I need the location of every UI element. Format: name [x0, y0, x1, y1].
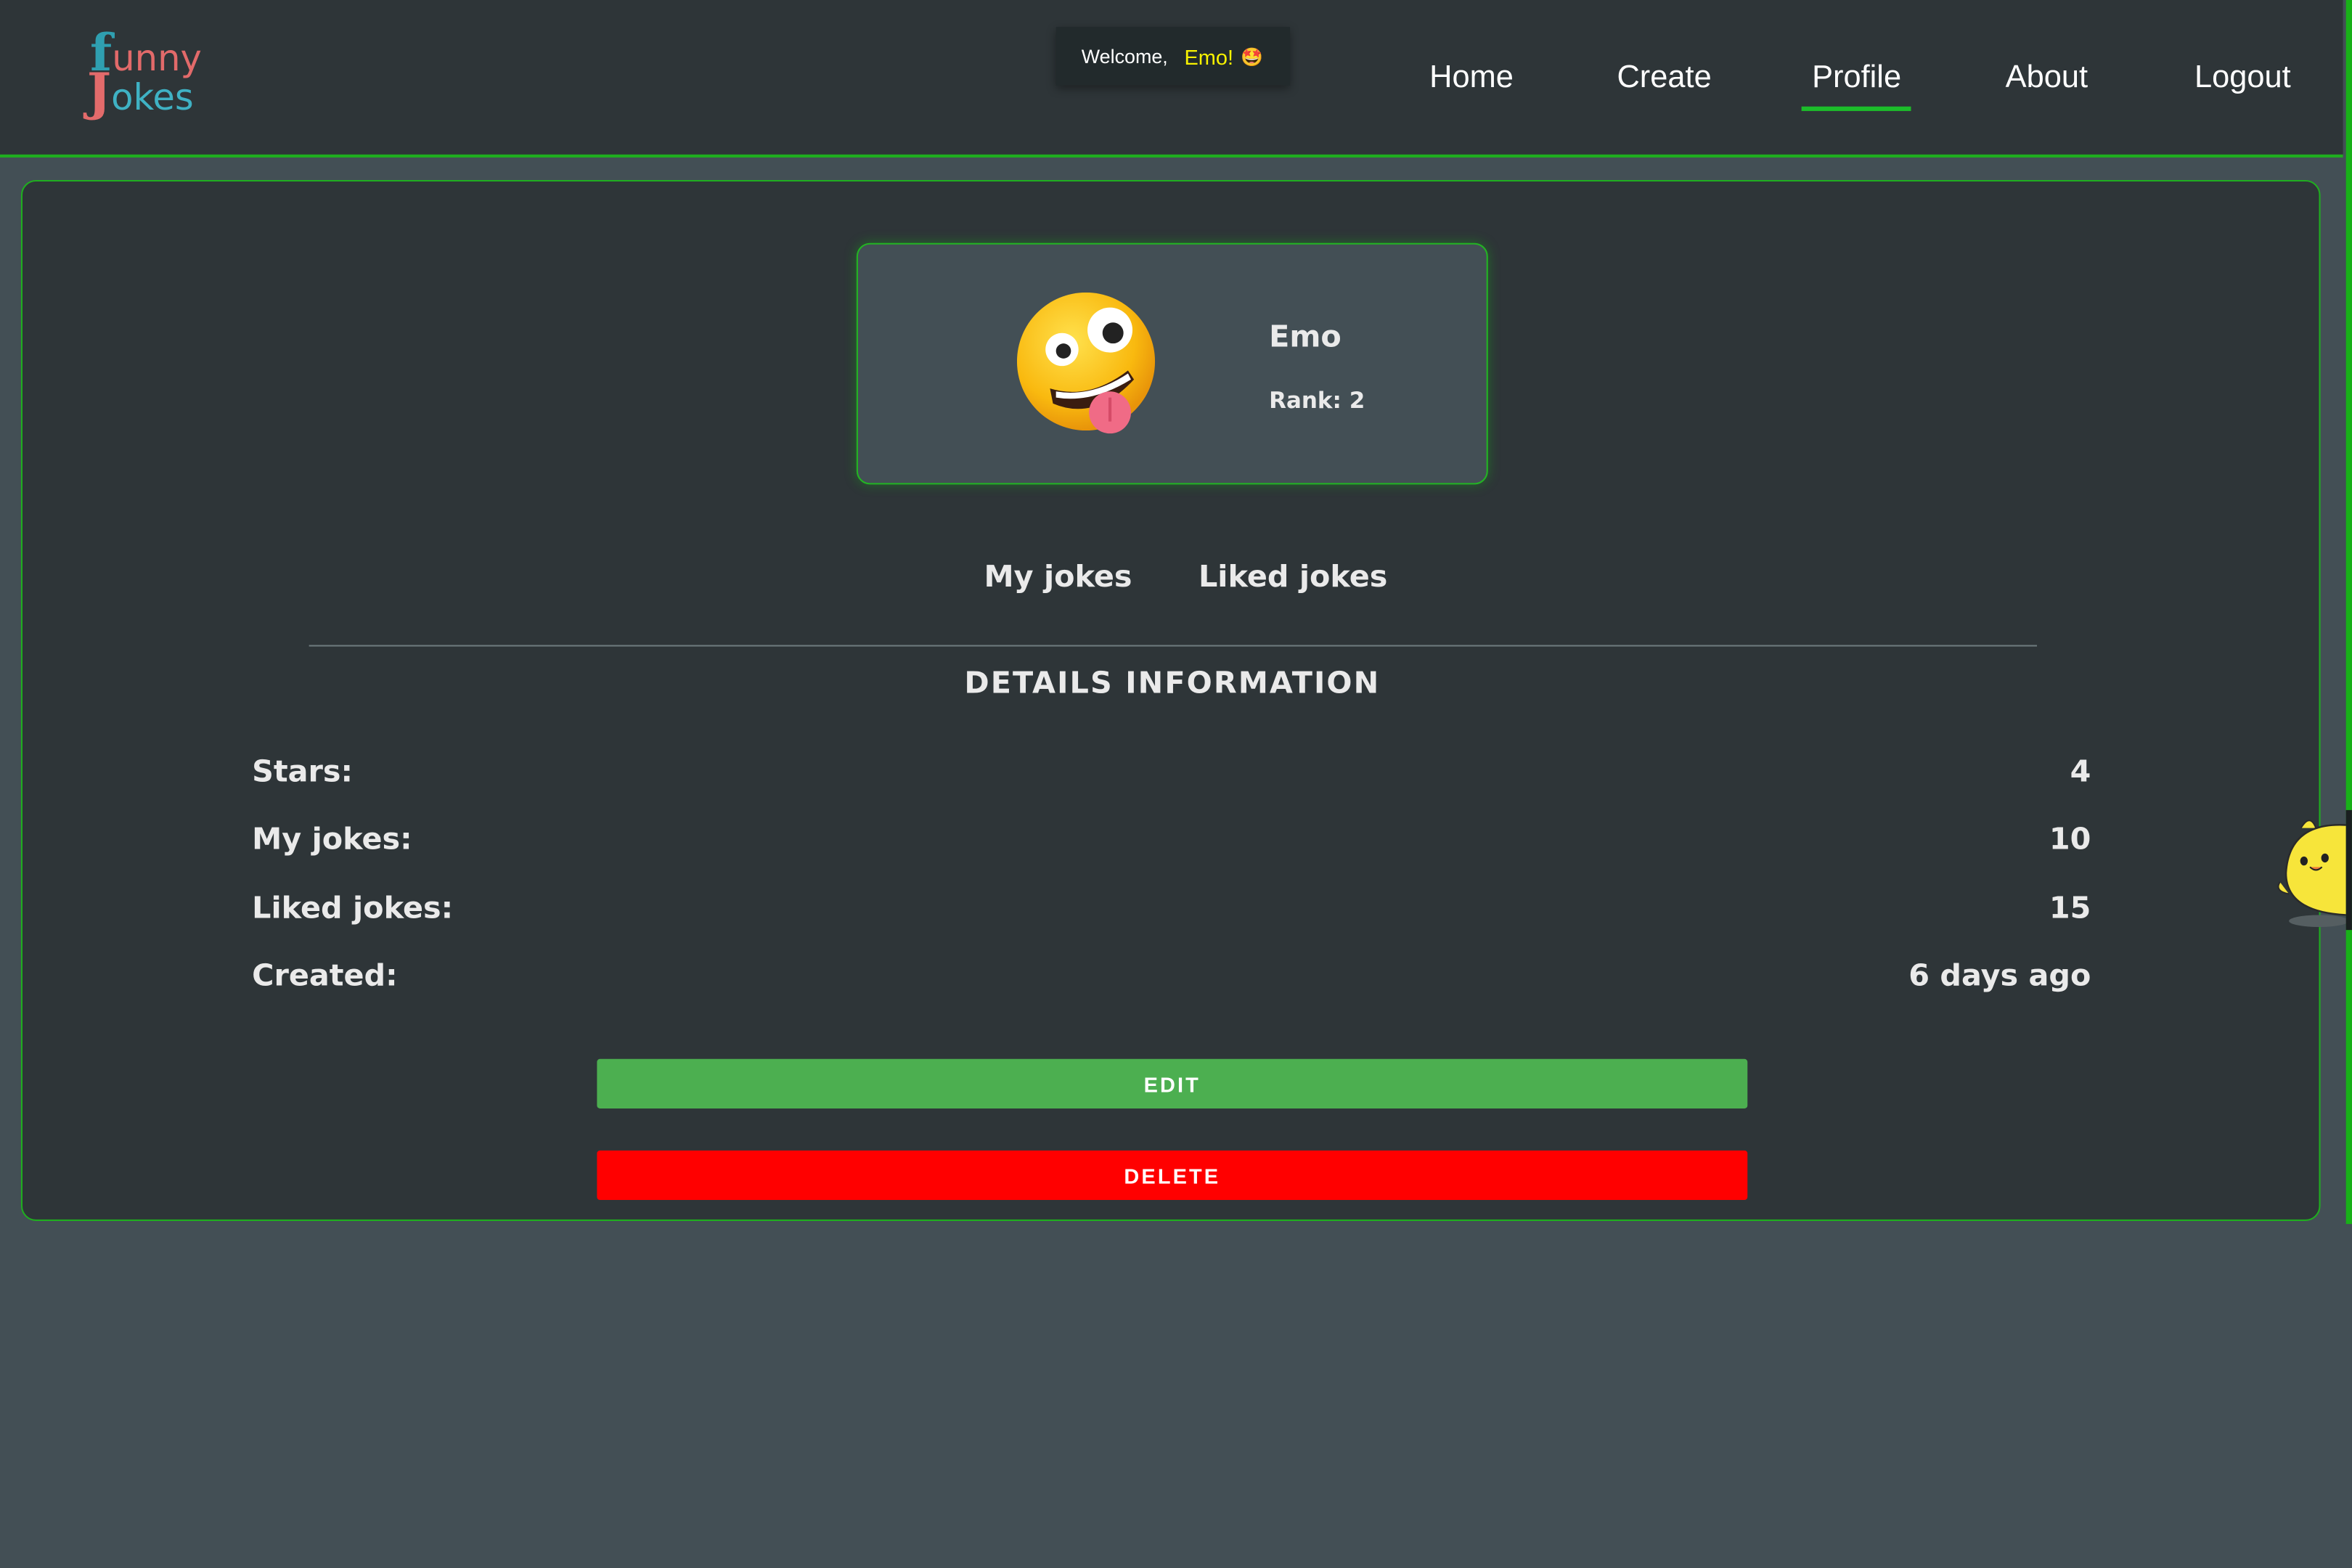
section-divider [309, 645, 2038, 647]
profile-rank: Rank: 2 [1269, 387, 1365, 415]
tab-my-jokes[interactable]: My jokes [984, 558, 1132, 595]
nav-about-link[interactable]: About [2006, 60, 2088, 97]
nav-create-link[interactable]: Create [1617, 60, 1711, 97]
detail-label-my-jokes: My jokes: [252, 820, 412, 857]
edit-profile-button[interactable]: EDIT [597, 1058, 1748, 1108]
peeking-chick-mascot-icon [2277, 809, 2352, 931]
welcome-label: Welcome, [1081, 44, 1168, 68]
detail-label-liked-jokes: Liked jokes: [252, 889, 454, 926]
nav-profile-link[interactable]: Profile [1812, 60, 1901, 97]
detail-label-created: Created: [252, 957, 398, 993]
welcome-username: Emo! [1184, 44, 1234, 69]
detail-value-my-jokes: 10 [2049, 820, 2091, 857]
nav-logout-link[interactable]: Logout [2194, 60, 2291, 97]
tab-liked-jokes[interactable]: Liked jokes [1199, 558, 1387, 595]
logo-line-jokes: Jokes [86, 62, 194, 123]
details-section-title: DETAILS INFORMATION [964, 664, 1381, 701]
right-edge-accent [2345, 0, 2352, 1225]
detail-value-liked-jokes: 15 [2049, 889, 2091, 926]
nav-home-link[interactable]: Home [1429, 60, 1514, 97]
detail-value-stars: 4 [2070, 753, 2091, 789]
zany-face-avatar-icon [1016, 292, 1156, 434]
star-struck-emoji-icon: 🤩 [1241, 46, 1264, 67]
detail-label-stars: Stars: [252, 753, 354, 789]
page: funny Jokes Welcome, Emo! 🤩 Home Create … [0, 0, 2352, 1568]
active-nav-indicator [1801, 106, 1911, 111]
delete-profile-button[interactable]: DELETE [597, 1150, 1748, 1201]
top-navbar: funny Jokes Welcome, Emo! 🤩 Home Create … [0, 0, 2343, 158]
welcome-badge: Welcome, Emo! 🤩 [1055, 27, 1291, 86]
funny-jokes-logo[interactable]: funny Jokes [86, 28, 222, 123]
detail-value-created: 6 days ago [1908, 957, 2091, 993]
profile-summary-card [856, 242, 1488, 485]
profile-username: Emo [1269, 318, 1342, 354]
